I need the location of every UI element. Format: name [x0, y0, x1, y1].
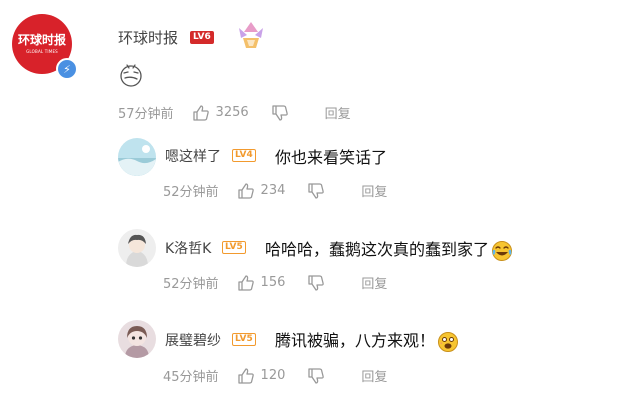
comment-meta: 57分钟前 3256 回复	[118, 103, 373, 122]
comment-username[interactable]: 环球时报	[118, 27, 178, 48]
reply-avatar-doll[interactable]	[118, 320, 156, 358]
thumbs-down-icon	[308, 274, 325, 291]
reply-text-content: 腾讯被骗，八方来观！	[275, 331, 436, 350]
dislike-button[interactable]	[307, 274, 331, 292]
level-badge: LV5	[222, 241, 246, 254]
reply-meta: 45分钟前 120 回复	[163, 366, 409, 385]
reply-meta: 52分钟前 156 回复	[163, 273, 409, 292]
reply-text: 腾讯被骗，八方来观！	[275, 327, 459, 353]
thumbs-down-icon	[271, 104, 288, 121]
like-button[interactable]: 234	[237, 182, 286, 200]
reply-button[interactable]: 回复	[361, 273, 387, 292]
reply-username[interactable]: 展璧碧纱	[165, 330, 221, 350]
reply-username[interactable]: K洛哲K	[165, 238, 211, 258]
reply-button[interactable]: 回复	[325, 103, 351, 122]
like-count: 156	[260, 275, 286, 290]
thumbs-down-icon	[308, 367, 325, 384]
comment-time: 57分钟前	[118, 107, 174, 122]
level-badge: LV5	[232, 333, 256, 346]
reply-username[interactable]: 嗯这样了	[165, 146, 221, 166]
thumbs-up-icon	[237, 367, 254, 384]
reply-text: 哈哈哈，蠢鹅这次真的蠢到家了	[265, 236, 513, 262]
avatar-logo-text: 环球时报	[17, 33, 66, 47]
level-badge: LV4	[232, 149, 256, 162]
reply-time: 52分钟前	[163, 185, 219, 200]
laughing-tears-icon	[492, 240, 513, 261]
like-button[interactable]: 3256	[192, 104, 249, 122]
shocked-face-icon	[438, 331, 459, 352]
like-count: 3256	[215, 105, 249, 120]
like-button[interactable]: 120	[237, 367, 286, 385]
reply-button[interactable]: 回复	[361, 181, 387, 200]
reply-button[interactable]: 回复	[361, 366, 387, 385]
dislike-button[interactable]	[307, 367, 331, 385]
avatar-logo-subtext: GLOBAL TIMES	[26, 49, 58, 54]
level-badge: LV6	[190, 31, 214, 44]
medal-icon	[239, 22, 263, 48]
smirk-face-icon	[120, 64, 142, 87]
thumbs-down-icon	[308, 182, 325, 199]
thumbs-up-icon	[237, 274, 254, 291]
reply-time: 45分钟前	[163, 370, 219, 385]
reply-text: 你也来看笑话了	[275, 148, 388, 167]
like-count: 234	[260, 183, 286, 198]
dislike-button[interactable]	[307, 182, 331, 200]
verified-icon: ⚡	[56, 58, 78, 80]
reply-text-content: 哈哈哈，蠢鹅这次真的蠢到家了	[265, 240, 490, 259]
reply-time: 52分钟前	[163, 277, 219, 292]
like-count: 120	[260, 368, 286, 383]
thumbs-up-icon	[192, 104, 209, 121]
thumbs-up-icon	[237, 182, 254, 199]
reply-avatar-anime[interactable]	[118, 229, 156, 267]
dislike-button[interactable]	[271, 104, 295, 122]
reply-avatar-landscape[interactable]	[118, 138, 156, 176]
like-button[interactable]: 156	[237, 274, 286, 292]
reply-meta: 52分钟前 234 回复	[163, 181, 409, 200]
